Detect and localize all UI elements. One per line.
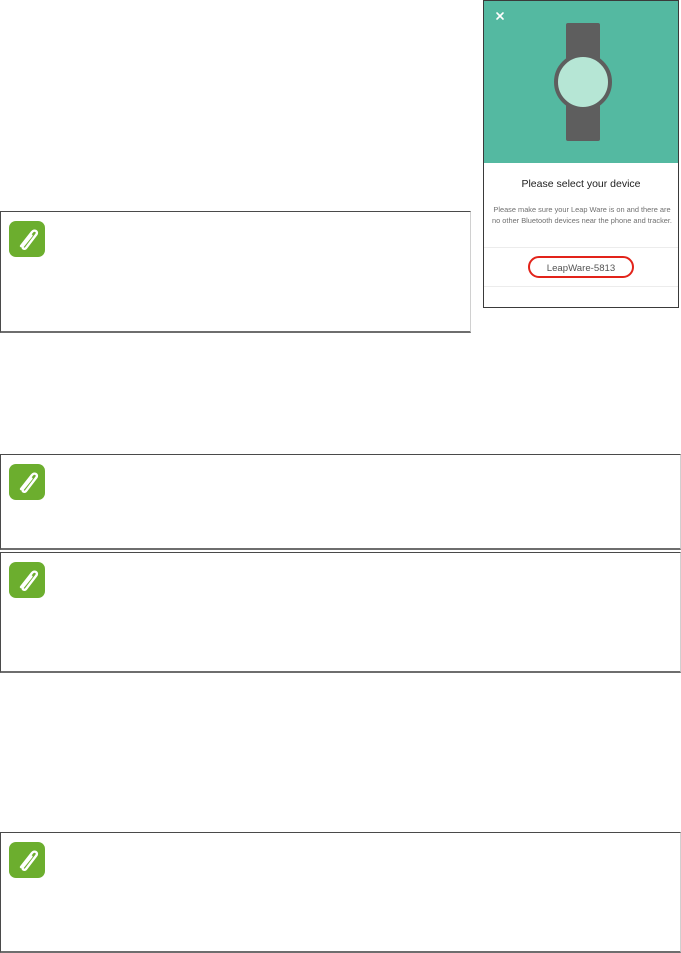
watch-icon <box>554 23 612 141</box>
hero-banner <box>484 1 678 163</box>
paperclip-icon <box>9 842 45 878</box>
paperclip-icon <box>9 221 45 257</box>
paperclip-icon <box>9 464 45 500</box>
paperclip-icon <box>9 562 45 598</box>
phone-screenshot: Please select your device Please make su… <box>483 0 679 308</box>
note-box <box>0 832 681 953</box>
note-box <box>0 211 471 333</box>
divider <box>484 286 678 287</box>
select-device-title: Please select your device <box>521 178 641 190</box>
device-highlight-circle <box>528 256 634 278</box>
note-box <box>0 454 681 550</box>
close-icon[interactable] <box>493 9 507 23</box>
note-box <box>0 552 681 673</box>
select-device-description: Please make sure your Leap Ware is on an… <box>492 205 672 225</box>
